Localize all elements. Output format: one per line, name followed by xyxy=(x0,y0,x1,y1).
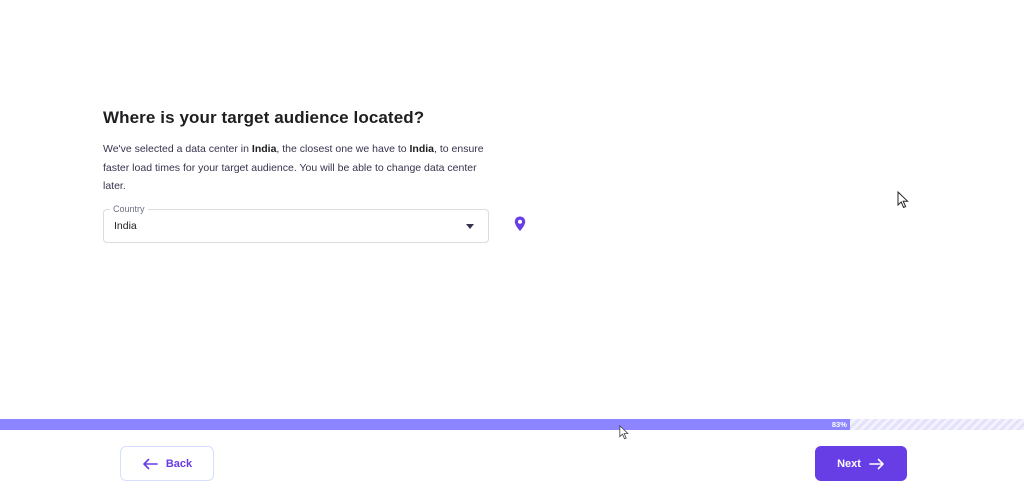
description-text-2: , the closest one we have to xyxy=(276,143,410,155)
page-description: We've selected a data center in India, t… xyxy=(103,140,493,196)
progress-fill: 83% xyxy=(0,419,850,430)
question-section: Where is your target audience located? W… xyxy=(103,108,503,196)
country-select-label: Country xyxy=(110,203,148,215)
arrow-right-icon xyxy=(869,458,884,469)
description-text-1: We've selected a data center in xyxy=(103,143,252,155)
description-country-1: India xyxy=(251,143,277,155)
mouse-cursor-icon xyxy=(619,425,629,440)
description-country-2: India xyxy=(409,143,435,155)
country-select[interactable]: Country India xyxy=(103,203,489,243)
page-title: Where is your target audience located? xyxy=(103,108,425,127)
map-pin-icon[interactable] xyxy=(514,216,526,232)
next-button-label: Next xyxy=(837,457,861,470)
back-button-label: Back xyxy=(165,457,193,470)
progress-bar: 83% xyxy=(0,419,1024,430)
onboarding-page: Where is your target audience located? W… xyxy=(0,0,1024,501)
next-button[interactable]: Next xyxy=(815,446,907,481)
progress-percent: 83% xyxy=(831,420,847,429)
mouse-cursor-icon xyxy=(897,191,909,209)
back-button[interactable]: Back xyxy=(120,446,214,481)
chevron-down-icon xyxy=(466,224,474,229)
country-select-value: India xyxy=(114,220,137,232)
arrow-left-icon xyxy=(143,458,158,469)
